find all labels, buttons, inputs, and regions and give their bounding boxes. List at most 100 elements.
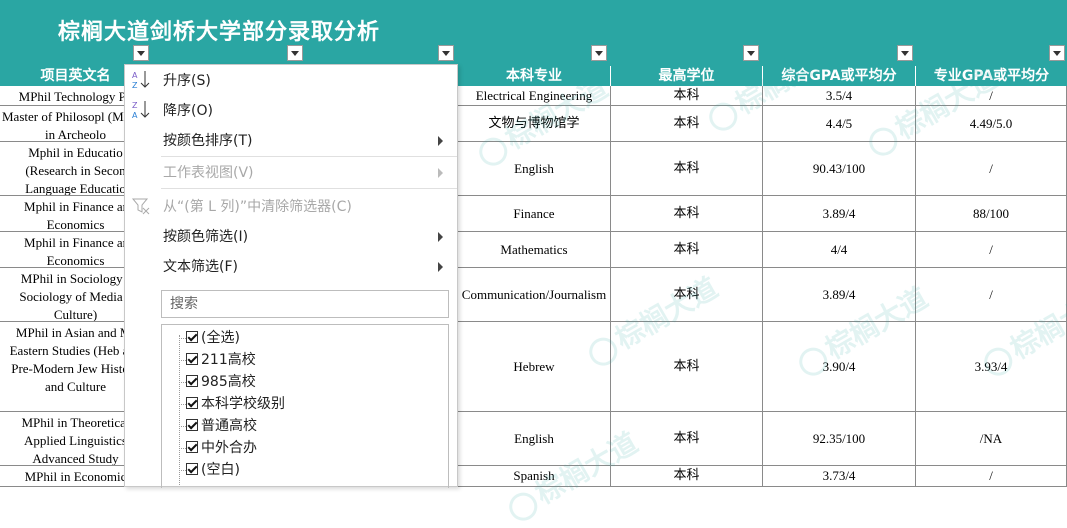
svg-text:Z: Z <box>132 101 138 110</box>
dropdown-arrow-icon <box>137 51 145 56</box>
checkbox-checked-icon[interactable] <box>186 353 198 365</box>
major-cell[interactable]: Electrical Engineering <box>458 86 611 106</box>
filter-button-col5[interactable] <box>743 45 759 61</box>
checkbox-checked-icon[interactable] <box>186 419 198 431</box>
sort-ascending-icon: AZ <box>131 69 151 91</box>
menu-sort-descending[interactable]: 降序(O) <box>163 99 213 123</box>
dropdown-arrow-icon <box>901 51 909 56</box>
major-gpa-cell[interactable]: 4.49/5.0 <box>916 106 1067 142</box>
filter-option-label: 211高校 <box>201 352 256 368</box>
menu-divider <box>161 156 457 157</box>
dropdown-arrow-icon <box>747 51 755 56</box>
tree-line <box>179 382 186 383</box>
checkbox-checked-icon[interactable] <box>186 463 198 475</box>
column-header-gpa[interactable]: 综合GPA或平均分 <box>763 66 916 86</box>
major-gpa-cell[interactable]: / <box>916 466 1067 487</box>
major-cell[interactable]: 文物与博物馆学 <box>458 106 611 142</box>
tree-line <box>179 338 186 339</box>
tree-line <box>179 448 186 449</box>
gpa-cell[interactable]: 3.73/4 <box>763 466 916 487</box>
gpa-cell[interactable]: 3.89/4 <box>763 268 916 322</box>
major-gpa-cell[interactable]: /NA <box>916 412 1067 466</box>
gpa-cell[interactable]: 4.4/5 <box>763 106 916 142</box>
menu-sort-by-color[interactable]: 按颜色排序(T) <box>163 129 252 153</box>
checkbox-checked-icon[interactable] <box>186 441 198 453</box>
menu-filter-by-color[interactable]: 按颜色筛选(I) <box>163 225 248 249</box>
palm-logo-icon <box>504 487 543 526</box>
filter-options-list: (全选) 211高校 985高校本科学校级别普通高校中外合办 (空白) <box>161 324 449 488</box>
degree-cell[interactable]: 本科 <box>611 466 763 487</box>
degree-cell[interactable]: 本科 <box>611 86 763 106</box>
column-header-major-gpa[interactable]: 专业GPA或平均分 <box>916 66 1067 86</box>
menu-text-filter[interactable]: 文本筛选(F) <box>163 255 238 279</box>
sort-descending-icon: ZA <box>131 99 151 121</box>
menu-sort-ascending[interactable]: 升序(S) <box>163 69 211 93</box>
degree-cell[interactable]: 本科 <box>611 412 763 466</box>
major-cell[interactable]: Spanish <box>458 466 611 487</box>
major-cell[interactable]: Hebrew <box>458 322 611 412</box>
degree-cell[interactable]: 本科 <box>611 268 763 322</box>
major-gpa-cell[interactable]: / <box>916 86 1067 106</box>
filter-button-col4[interactable] <box>591 45 607 61</box>
autofilter-menu: AZ 升序(S) ZA 降序(O) 按颜色排序(T) 工作表视图(V) 从“(第… <box>124 64 458 488</box>
filter-option-label: 985高校 <box>201 374 256 390</box>
filter-option[interactable]: 普通高校 <box>179 415 257 437</box>
major-gpa-cell[interactable]: / <box>916 268 1067 322</box>
major-gpa-cell[interactable]: 88/100 <box>916 196 1067 232</box>
filter-option-label: 中外合办 <box>201 440 257 456</box>
submenu-arrow-icon <box>438 262 443 272</box>
submenu-arrow-icon <box>438 136 443 146</box>
major-cell[interactable]: Mathematics <box>458 232 611 268</box>
filter-option[interactable]: 本科学校级别 <box>179 393 285 415</box>
dropdown-arrow-icon <box>442 51 450 56</box>
checkbox-checked-icon[interactable] <box>186 331 198 343</box>
degree-cell[interactable]: 本科 <box>611 232 763 268</box>
dropdown-arrow-icon <box>291 51 299 56</box>
checkbox-checked-icon[interactable] <box>186 375 198 387</box>
filter-option-label: 本科学校级别 <box>201 396 285 412</box>
filter-search-input[interactable]: 搜索 <box>161 290 449 318</box>
dropdown-arrow-icon <box>595 51 603 56</box>
checkbox-checked-icon[interactable] <box>186 397 198 409</box>
degree-cell[interactable]: 本科 <box>611 196 763 232</box>
major-gpa-cell[interactable]: / <box>916 142 1067 196</box>
filter-button-col3[interactable] <box>438 45 454 61</box>
filter-option[interactable]: 985高校 <box>179 371 256 393</box>
degree-cell[interactable]: 本科 <box>611 106 763 142</box>
filter-option[interactable]: (全选) <box>179 327 240 349</box>
filter-button-col6[interactable] <box>897 45 913 61</box>
filter-button-col1[interactable] <box>133 45 149 61</box>
filter-option[interactable]: 211高校 <box>179 349 256 371</box>
major-cell[interactable]: English <box>458 142 611 196</box>
filter-option-label: (全选) <box>201 330 240 346</box>
filter-button-col7[interactable] <box>1049 45 1065 61</box>
column-header-major[interactable]: 本科专业 <box>458 66 611 86</box>
gpa-cell[interactable]: 92.35/100 <box>763 412 916 466</box>
tree-line <box>179 360 186 361</box>
gpa-cell[interactable]: 3.5/4 <box>763 86 916 106</box>
gpa-cell[interactable]: 3.90/4 <box>763 322 916 412</box>
major-cell[interactable]: Finance <box>458 196 611 232</box>
major-gpa-cell[interactable]: 3.93/4 <box>916 322 1067 412</box>
filter-option-label: (空白) <box>201 462 240 478</box>
gpa-cell[interactable]: 4/4 <box>763 232 916 268</box>
column-header-degree[interactable]: 最高学位 <box>611 66 763 86</box>
svg-text:Z: Z <box>132 81 138 90</box>
degree-cell[interactable]: 本科 <box>611 322 763 412</box>
clear-filter-icon <box>131 195 151 217</box>
gpa-cell[interactable]: 90.43/100 <box>763 142 916 196</box>
filter-button-col2[interactable] <box>287 45 303 61</box>
major-cell[interactable]: English <box>458 412 611 466</box>
tree-line <box>179 404 186 405</box>
filter-option[interactable]: (空白) <box>179 459 240 481</box>
filter-option[interactable]: 中外合办 <box>179 437 257 459</box>
menu-clear-filter: 从“(第 L 列)”中清除筛选器(C) <box>163 199 352 215</box>
dropdown-arrow-icon <box>1053 51 1061 56</box>
degree-cell[interactable]: 本科 <box>611 142 763 196</box>
submenu-arrow-icon <box>438 232 443 242</box>
major-cell[interactable]: Communication/Journalism <box>458 268 611 322</box>
svg-text:A: A <box>132 71 138 80</box>
tree-line <box>179 426 186 427</box>
gpa-cell[interactable]: 3.89/4 <box>763 196 916 232</box>
major-gpa-cell[interactable]: / <box>916 232 1067 268</box>
